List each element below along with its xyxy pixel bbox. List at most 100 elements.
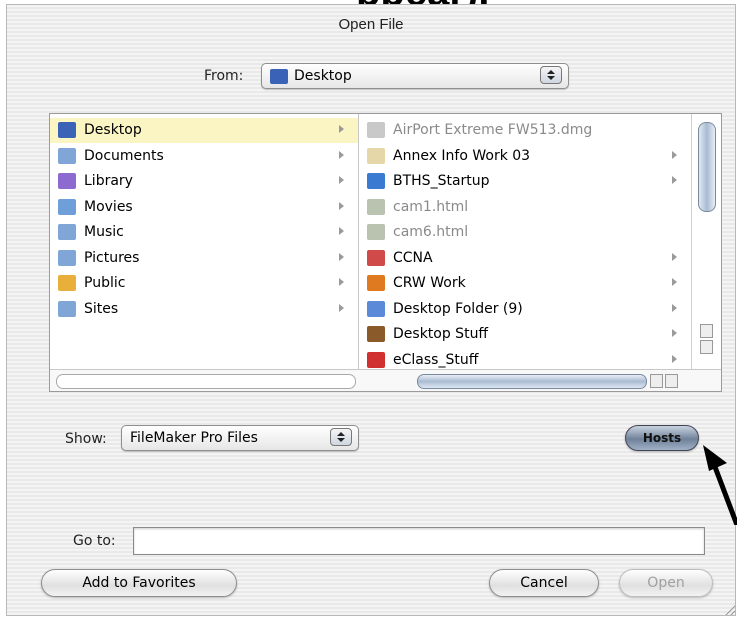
list-item[interactable]: cam6.html — [359, 220, 691, 245]
chevron-right-icon — [339, 278, 344, 286]
resize-grip-icon[interactable] — [723, 603, 735, 615]
list-item[interactable]: CCNA — [359, 246, 691, 271]
chevron-right-icon — [339, 201, 344, 210]
list-item[interactable]: BTHS_Startup — [359, 169, 691, 194]
pointer-arrow-icon — [703, 445, 737, 525]
documents-folder-icon — [58, 147, 76, 164]
list-item-label: Music — [84, 224, 124, 240]
scroll-up-icon[interactable] — [700, 324, 713, 338]
column-1-scroll-track[interactable] — [56, 374, 356, 389]
from-popup-value: Desktop — [294, 68, 352, 84]
list-item[interactable]: Music — [50, 220, 358, 245]
html-file-icon — [367, 224, 385, 240]
list-item-label: Annex Info Work 03 — [393, 147, 531, 164]
list-item[interactable]: Sites — [50, 297, 358, 322]
list-item[interactable]: Library — [50, 169, 358, 194]
chevron-right-icon — [672, 150, 677, 159]
vertical-scroll-thumb[interactable] — [698, 122, 716, 212]
scroll-down-icon[interactable] — [700, 340, 713, 354]
html-file-icon — [367, 198, 385, 215]
chevron-right-icon — [672, 329, 677, 337]
chevron-right-icon — [339, 303, 344, 312]
list-item-label: eClass_Stuff — [393, 351, 479, 368]
list-item[interactable]: cam1.html — [359, 195, 691, 220]
chevron-right-icon — [672, 176, 677, 184]
folder-icon — [367, 300, 385, 317]
dialog-title: Open File — [338, 16, 404, 33]
list-item[interactable]: Public — [50, 271, 358, 296]
pictures-folder-icon — [58, 249, 76, 266]
desktop-folder-icon — [270, 69, 288, 84]
chevron-right-icon — [339, 252, 344, 261]
popup-arrows-icon — [540, 66, 562, 84]
chevron-right-icon — [339, 150, 344, 159]
vertical-scrollbar[interactable] — [691, 114, 721, 369]
folder-icon — [367, 351, 385, 368]
scroll-right-icon[interactable] — [665, 374, 678, 388]
list-item[interactable]: Documents — [50, 144, 358, 169]
list-item-label: Movies — [84, 198, 133, 215]
show-label: Show: — [65, 431, 107, 447]
list-item[interactable]: Desktop Stuff — [359, 322, 691, 347]
from-label: From: — [204, 68, 244, 84]
chevron-right-icon — [672, 354, 677, 363]
sites-folder-icon — [58, 300, 76, 317]
music-folder-icon — [58, 224, 76, 240]
list-item-label: Desktop — [84, 122, 142, 138]
list-item-label: BTHS_Startup — [393, 173, 490, 189]
from-popup[interactable]: Desktop — [261, 63, 569, 89]
list-item[interactable]: Movies — [50, 195, 358, 220]
list-item[interactable]: eClass_Stuff — [359, 348, 691, 370]
cancel-button[interactable]: Cancel — [489, 569, 599, 597]
list-item[interactable]: CRW Work — [359, 271, 691, 296]
list-item-label: Desktop Folder (9) — [393, 300, 523, 317]
open-file-dialog: Open File From: Desktop Desktop Documents… — [6, 4, 737, 616]
chevron-right-icon — [672, 303, 677, 312]
list-item-label: Sites — [84, 300, 119, 317]
chevron-right-icon — [672, 252, 677, 261]
list-item-label: CRW Work — [393, 275, 466, 291]
browser-column-2: AirPort Extreme FW513.dmg Annex Info Work… — [359, 114, 691, 369]
list-item-label: Desktop Stuff — [393, 326, 489, 342]
scroll-left-icon[interactable] — [650, 374, 663, 388]
list-item-label: Pictures — [84, 249, 140, 266]
show-popup[interactable]: FileMaker Pro Files — [121, 425, 359, 451]
hosts-button[interactable]: Hosts — [625, 425, 699, 451]
horizontal-scroll-thumb[interactable] — [417, 374, 647, 389]
list-item[interactable]: Desktop — [50, 118, 358, 143]
folder-icon — [367, 173, 385, 189]
movies-folder-icon — [58, 198, 76, 215]
show-popup-value: FileMaker Pro Files — [130, 430, 258, 446]
chevron-right-icon — [339, 176, 344, 184]
goto-label: Go to: — [73, 533, 116, 549]
list-item[interactable]: Pictures — [50, 246, 358, 271]
browser-column-1: Desktop Documents Library Movies Music Pictur… — [50, 114, 359, 369]
list-item-label: Library — [84, 173, 133, 189]
list-item-label: cam6.html — [393, 224, 469, 240]
list-item[interactable]: AirPort Extreme FW513.dmg — [359, 118, 691, 143]
folder-icon — [367, 275, 385, 291]
list-item[interactable]: Annex Info Work 03 — [359, 144, 691, 169]
horizontal-scrollbar[interactable] — [50, 369, 721, 391]
folder-icon — [367, 326, 385, 342]
add-to-favorites-button[interactable]: Add to Favorites — [41, 569, 237, 597]
chevron-right-icon — [672, 278, 677, 286]
folder-icon — [367, 249, 385, 266]
list-item-label: CCNA — [393, 249, 433, 266]
disk-image-icon — [367, 122, 385, 138]
chevron-right-icon — [339, 227, 344, 235]
desktop-folder-icon — [58, 122, 76, 138]
list-item-label: cam1.html — [393, 198, 469, 215]
list-item-label: Public — [84, 275, 126, 291]
goto-input[interactable] — [134, 528, 704, 554]
public-folder-icon — [58, 275, 76, 291]
folder-icon — [367, 147, 385, 164]
open-button[interactable]: Open — [619, 569, 713, 597]
list-item-label: Documents — [84, 147, 164, 164]
list-item-label: AirPort Extreme FW513.dmg — [393, 122, 593, 138]
file-browser: Desktop Documents Library Movies Music Pictur… — [49, 113, 722, 392]
list-item[interactable]: Desktop Folder (9) — [359, 297, 691, 322]
library-folder-icon — [58, 173, 76, 189]
chevron-right-icon — [339, 125, 344, 133]
goto-field[interactable] — [133, 527, 705, 555]
